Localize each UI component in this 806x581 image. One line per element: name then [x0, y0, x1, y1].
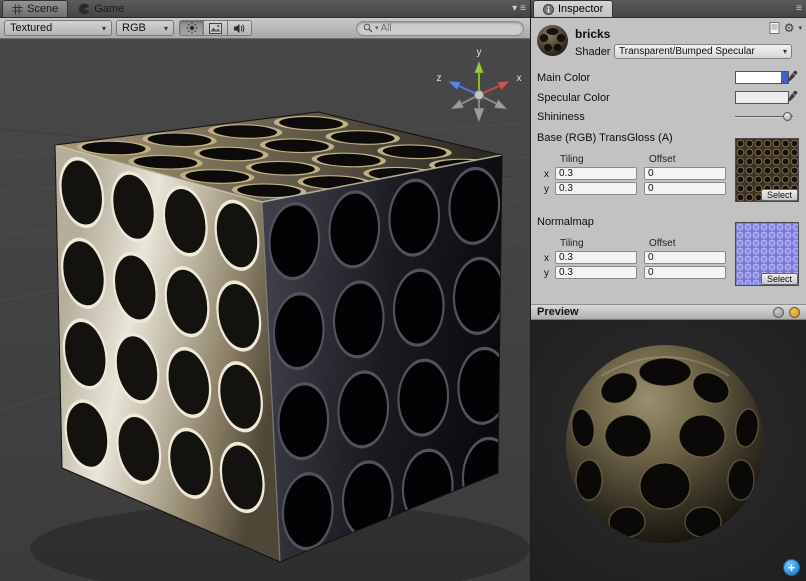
base-texture-label: Base (RGB) TransGloss (A)	[537, 132, 673, 144]
scene-toggles	[180, 20, 252, 36]
tab-game[interactable]: Game	[69, 0, 133, 17]
speaker-icon	[233, 23, 246, 34]
draw-mode-dropdown[interactable]: Textured ▾	[4, 20, 112, 36]
gizmo-z-label[interactable]: z	[437, 73, 442, 84]
material-header-icons: ⚙ ▾	[769, 22, 802, 34]
scene-3d-render: y x z	[0, 39, 530, 581]
dropdown-arrow-icon: ▾	[512, 2, 517, 16]
shader-dropdown[interactable]: Transparent/Bumped Specular ▾	[614, 44, 792, 59]
specular-color-swatch[interactable]	[735, 91, 789, 104]
normalmap-label: Normalmap	[537, 216, 594, 228]
audio-toggle[interactable]	[227, 20, 252, 36]
gear-icon[interactable]: ⚙	[784, 22, 795, 34]
shininess-row: Shininess	[537, 109, 800, 124]
preview-title: Preview	[537, 306, 579, 318]
normalmap-section: Normalmap Tiling Offset x y	[531, 214, 806, 298]
base-texture-thumbnail[interactable]: Select	[735, 138, 799, 202]
textured-cube[interactable]	[55, 112, 515, 562]
material-inspector: bricks Shader Transparent/Bumped Specula…	[531, 18, 806, 304]
y-axis-label: y	[544, 184, 549, 195]
scene-tabstrip: Scene Game ▾ ≡	[0, 0, 530, 18]
scene-grid-icon	[12, 4, 23, 15]
search-filter-arrow-icon[interactable]: ▾	[375, 24, 379, 32]
inspector-menu[interactable]: ≡	[796, 2, 802, 16]
inspector-panel: Inspector ≡	[531, 0, 806, 581]
color-mode-value: RGB	[122, 22, 146, 34]
inspector-tabstrip: Inspector ≡	[531, 0, 806, 18]
x-axis-label: x	[544, 169, 549, 180]
y-axis-label: y	[544, 268, 549, 279]
tab-scene-label: Scene	[27, 3, 58, 15]
image-icon	[209, 23, 222, 34]
gizmo-x-label[interactable]: x	[517, 73, 522, 84]
tiling-header: Tiling	[560, 238, 584, 249]
normal-offset-x-field[interactable]	[644, 251, 726, 264]
offset-header: Offset	[649, 154, 676, 165]
search-icon	[363, 23, 373, 33]
chevron-down-icon: ▾	[798, 24, 802, 32]
normalmap-select-button[interactable]: Select	[761, 273, 798, 285]
scene-panel: Scene Game ▾ ≡ Textured ▾ RGB ▾	[0, 0, 531, 581]
base-offset-y-field[interactable]	[644, 182, 726, 195]
scene-toolbar: Textured ▾ RGB ▾	[0, 18, 530, 39]
draw-mode-value: Textured	[10, 22, 52, 34]
normalmap-thumbnail[interactable]: Select	[735, 222, 799, 286]
normal-tiling-y-field[interactable]	[555, 266, 637, 279]
shininess-slider-thumb[interactable]	[783, 112, 792, 121]
chevron-down-icon: ▾	[96, 24, 106, 33]
chevron-down-icon: ▾	[783, 47, 787, 56]
gizmo-y-label[interactable]: y	[477, 47, 482, 58]
scene-search: ▾	[356, 21, 524, 36]
color-mode-dropdown[interactable]: RGB ▾	[116, 20, 174, 36]
add-button[interactable]: +	[783, 559, 800, 576]
preview-sphere-render	[531, 320, 806, 581]
base-texture-select-button[interactable]: Select	[761, 189, 798, 201]
help-book-icon[interactable]	[769, 22, 780, 34]
material-preview[interactable]: +	[531, 320, 806, 581]
tab-scene[interactable]: Scene	[2, 0, 68, 17]
preview-light-toggle-icon[interactable]	[789, 307, 800, 318]
eyedropper-icon[interactable]	[786, 90, 798, 103]
inspector-icon	[543, 4, 554, 15]
shader-value: Transparent/Bumped Specular	[619, 46, 755, 57]
material-ball-icon	[536, 24, 569, 57]
skybox-toggle[interactable]	[203, 20, 228, 36]
base-tiling-y-field[interactable]	[555, 182, 637, 195]
base-tiling-x-field[interactable]	[555, 167, 637, 180]
menu-icon: ≡	[796, 2, 802, 16]
preview-header-icons	[773, 307, 800, 318]
tab-game-label: Game	[94, 3, 124, 15]
preview-header: Preview	[531, 304, 806, 320]
preview-sphere-toggle-icon[interactable]	[773, 307, 784, 318]
main-color-label: Main Color	[537, 72, 590, 84]
sun-icon	[186, 22, 198, 34]
x-axis-label: x	[544, 253, 549, 264]
shininess-label: Shininess	[537, 111, 585, 123]
tiling-header: Tiling	[560, 154, 584, 165]
unity-editor-window: Scene Game ▾ ≡ Textured ▾ RGB ▾	[0, 0, 806, 581]
scene-search-input[interactable]	[381, 23, 517, 34]
base-texture-section: Base (RGB) TransGloss (A) Tiling Offset …	[531, 130, 806, 214]
main-color-swatch[interactable]	[735, 71, 789, 84]
material-name: bricks	[575, 27, 610, 41]
base-offset-x-field[interactable]	[644, 167, 726, 180]
specular-color-row: Specular Color	[537, 90, 800, 105]
normal-offset-y-field[interactable]	[644, 266, 726, 279]
specular-color-label: Specular Color	[537, 92, 610, 104]
scene-pane-menu[interactable]: ▾ ≡	[512, 2, 526, 16]
game-icon	[78, 3, 90, 15]
menu-icon: ≡	[520, 2, 526, 16]
main-color-row: Main Color	[537, 70, 800, 85]
normal-tiling-x-field[interactable]	[555, 251, 637, 264]
eyedropper-icon[interactable]	[786, 70, 798, 83]
offset-header: Offset	[649, 238, 676, 249]
shader-label: Shader	[575, 46, 610, 58]
tab-inspector[interactable]: Inspector	[533, 0, 613, 17]
tab-inspector-label: Inspector	[558, 3, 603, 15]
scene-viewport[interactable]: y x z	[0, 39, 530, 581]
chevron-down-icon: ▾	[158, 24, 168, 33]
lighting-toggle[interactable]	[179, 20, 204, 36]
